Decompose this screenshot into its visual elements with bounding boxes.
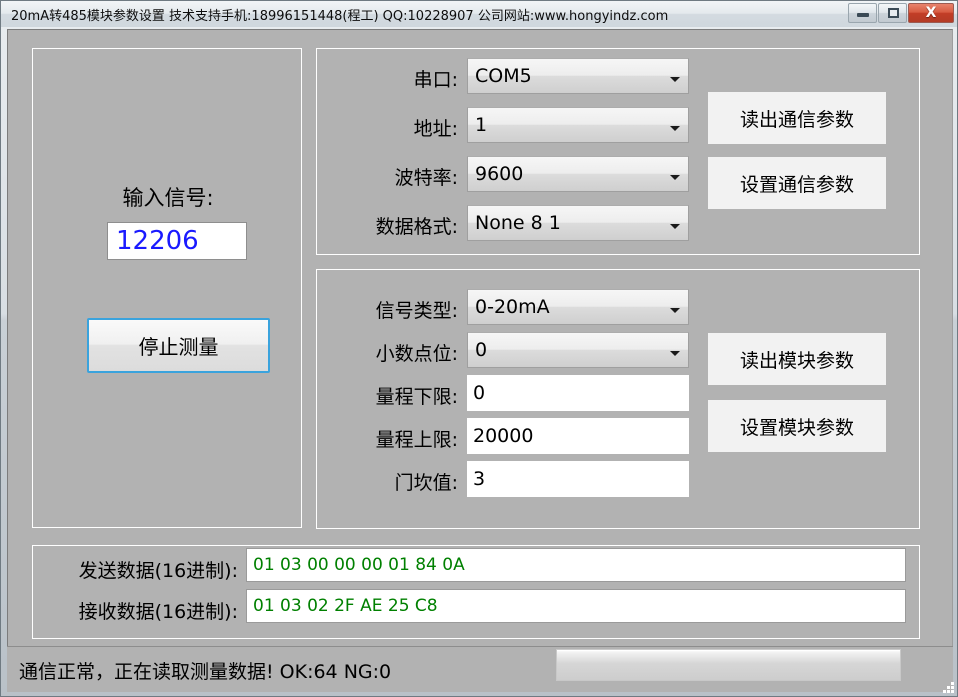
baudrate-combo[interactable]: 9600 <box>467 156 689 192</box>
status-message: 通信正常，正在读取测量数据! OK:64 NG:0 <box>19 657 391 684</box>
address-combo[interactable]: 1 <box>467 107 689 143</box>
application-window: 20mA转485模块参数设置 技术支持手机:18996151448(程工) QQ… <box>0 0 958 697</box>
client-area: 输入信号: 12206 停止测量 串口: COM5 地址: 1 波特率: 960… <box>7 29 953 692</box>
signal-type-value: 0-20mA <box>468 296 668 318</box>
title-bar[interactable]: 20mA转485模块参数设置 技术支持手机:18996151448(程工) QQ… <box>1 1 958 27</box>
minimize-icon <box>857 13 869 17</box>
window-controls: X <box>848 2 955 24</box>
read-comm-params-button[interactable]: 读出通信参数 <box>708 92 886 144</box>
address-value: 1 <box>468 114 668 136</box>
input-signal-value: 12206 <box>107 222 247 260</box>
recv-data-value[interactable]: 01 03 02 2F AE 25 C8 <box>246 589 906 623</box>
window-title: 20mA转485模块参数设置 技术支持手机:18996151448(程工) QQ… <box>11 5 668 24</box>
set-comm-params-button[interactable]: 设置通信参数 <box>708 157 886 209</box>
maximize-icon <box>888 8 899 18</box>
dataformat-combo[interactable]: None 8 1 <box>467 205 689 241</box>
address-label: 地址: <box>328 114 458 141</box>
serial-port-value: COM5 <box>468 65 668 87</box>
decimal-places-value: 0 <box>468 339 668 361</box>
range-low-label: 量程下限: <box>328 382 458 409</box>
set-module-params-button[interactable]: 设置模块参数 <box>708 400 886 452</box>
read-module-params-button[interactable]: 读出模块参数 <box>708 333 886 385</box>
resize-grip[interactable] <box>940 679 954 693</box>
recv-data-label: 接收数据(16进制): <box>48 597 238 624</box>
close-icon: X <box>909 4 953 22</box>
chevron-down-icon <box>668 339 688 361</box>
chevron-down-icon <box>668 296 688 318</box>
progress-bar <box>556 649 901 681</box>
input-signal-label: 输入信号: <box>78 182 258 212</box>
stop-measure-button[interactable]: 停止测量 <box>87 318 270 373</box>
minimize-button[interactable] <box>848 3 877 23</box>
threshold-input[interactable]: 3 <box>467 461 689 497</box>
maximize-button[interactable] <box>878 3 907 23</box>
signal-type-label: 信号类型: <box>328 296 458 323</box>
decimal-places-combo[interactable]: 0 <box>467 332 689 368</box>
chevron-down-icon <box>668 163 688 185</box>
range-high-input[interactable]: 20000 <box>467 418 689 454</box>
dataformat-value: None 8 1 <box>468 212 668 234</box>
baudrate-label: 波特率: <box>328 163 458 190</box>
close-button[interactable]: X <box>908 3 954 23</box>
baudrate-value: 9600 <box>468 163 668 185</box>
signal-groupbox <box>32 48 302 528</box>
range-high-label: 量程上限: <box>328 425 458 452</box>
dataformat-label: 数据格式: <box>328 212 458 239</box>
chevron-down-icon <box>668 65 688 87</box>
decimal-places-label: 小数点位: <box>328 339 458 366</box>
send-data-value[interactable]: 01 03 00 00 00 01 84 0A <box>246 548 906 582</box>
threshold-label: 门坎值: <box>328 468 458 495</box>
chevron-down-icon <box>668 114 688 136</box>
serial-port-label: 串口: <box>328 65 458 92</box>
signal-type-combo[interactable]: 0-20mA <box>467 289 689 325</box>
chevron-down-icon <box>668 212 688 234</box>
range-low-input[interactable]: 0 <box>467 375 689 411</box>
serial-port-combo[interactable]: COM5 <box>467 58 689 94</box>
send-data-label: 发送数据(16进制): <box>48 556 238 583</box>
